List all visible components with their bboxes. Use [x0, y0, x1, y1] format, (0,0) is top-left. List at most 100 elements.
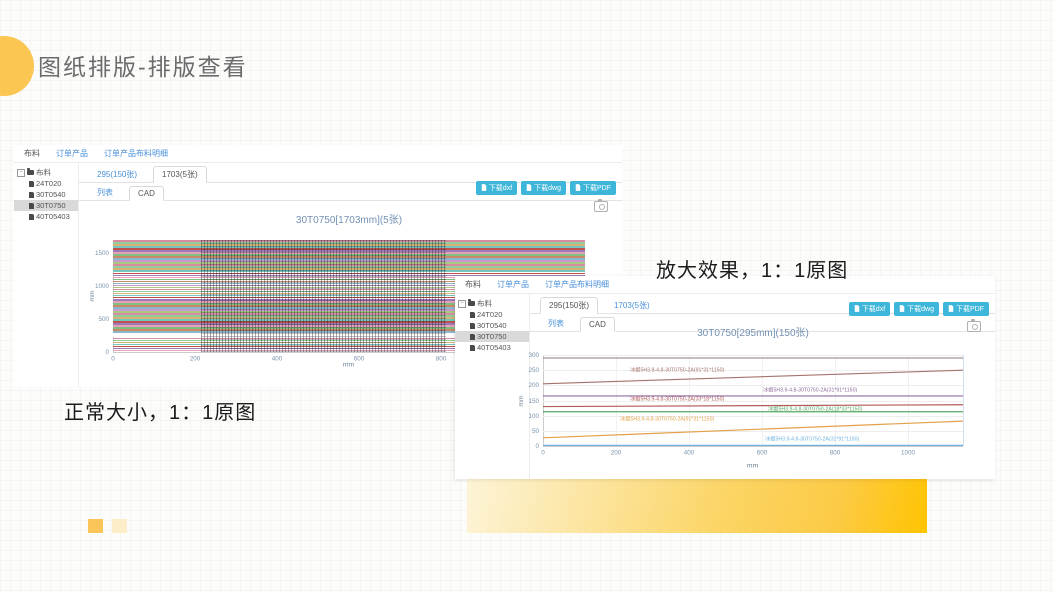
- export-file-icon: [575, 184, 581, 193]
- x-tick-200: 200: [611, 449, 622, 456]
- nav-tab-0[interactable]: 布料: [465, 279, 481, 290]
- x-tick-400: 400: [272, 355, 283, 362]
- caption-normal-size: 正常大小，1：1原图: [64, 396, 256, 425]
- tree-item-label: 30T0750: [36, 201, 66, 210]
- slide: 图纸排版-排版查看 布料订单产品订单产品布料明细 −布料24T02030T054…: [0, 0, 1054, 592]
- tree-item-label: 30T0540: [36, 190, 66, 199]
- view-tab-0[interactable]: 列表: [89, 185, 121, 200]
- y-tick-500: 500: [91, 316, 109, 323]
- plot-right-border: [963, 355, 964, 446]
- accent-square-2: [112, 519, 127, 533]
- tree-item-30T0750[interactable]: 30T0750: [14, 200, 78, 211]
- nav-tab-2[interactable]: 订单产品布料明细: [104, 148, 168, 159]
- save-as-image-icon[interactable]: [594, 201, 608, 212]
- file-icon: [29, 203, 34, 209]
- tree-item-label: 30T0750: [477, 332, 507, 341]
- overlapping-labels-region: [201, 240, 446, 352]
- x-axis-label: mm: [343, 360, 354, 368]
- tree-item-24T020[interactable]: 24T020: [455, 309, 529, 320]
- x-tick-200: 200: [190, 355, 201, 362]
- series-label-5: 冰姬5H3.9-4.8-30T0750-2A(31*91*1150): [765, 435, 859, 443]
- size-tab-0[interactable]: 295(150张): [540, 297, 598, 314]
- export-file-icon: [948, 305, 954, 314]
- export-button-2[interactable]: 下载PDF: [943, 302, 989, 316]
- accent-circle: [0, 36, 34, 96]
- nav-tab-1[interactable]: 订单产品: [56, 148, 88, 159]
- export-buttons: 下载dxf 下载dwg 下载PDF: [476, 181, 616, 195]
- tree-item-label: 40T05403: [477, 343, 511, 352]
- chart-title: 30T0750[1703mm](5张): [113, 211, 585, 226]
- export-button-0[interactable]: 下载dxf: [849, 302, 890, 316]
- x-tick-600: 600: [757, 449, 768, 456]
- chart-title: 30T0750[295mm](150张): [543, 324, 963, 339]
- tree-root[interactable]: − 布料: [14, 167, 78, 178]
- y-tick-1000: 1000: [91, 283, 109, 290]
- x-tick-400: 400: [684, 449, 695, 456]
- file-icon: [29, 192, 34, 198]
- series-label-1: 冰姬5H3.9-4.8-30T0750-2A(31*91*1150): [763, 386, 857, 394]
- app-window-zoomed: 布料 订单产品 订单产品布料明细 −布料24T02030T0540 30T0750 40…: [455, 276, 995, 479]
- export-file-icon: [854, 305, 860, 314]
- size-tab-1[interactable]: 1703(5张): [153, 166, 207, 183]
- series-lines: [543, 355, 963, 446]
- view-tab-1[interactable]: CAD: [129, 186, 164, 201]
- y-axis-label: mm: [88, 290, 96, 301]
- y-tick-0: 0: [91, 349, 109, 356]
- export-buttons: 下载dxf 下载dwg 下载PDF: [849, 302, 989, 316]
- tree-item-30T0540[interactable]: 30T0540: [455, 320, 529, 331]
- folder-icon: [27, 170, 34, 175]
- save-as-image-icon[interactable]: [967, 321, 981, 332]
- y-tick-1500: 1500: [91, 250, 109, 257]
- file-icon: [470, 312, 475, 318]
- accent-square-1: [88, 519, 103, 533]
- bottom-gradient-bar: [467, 479, 927, 533]
- nav-tabs: 布料 订单产品 订单产品布料明细: [14, 145, 622, 163]
- series-line: [543, 405, 963, 407]
- export-button-1[interactable]: 下载dwg: [894, 302, 939, 316]
- page-title: 图纸排版-排版查看: [38, 48, 248, 82]
- series-label-4: 冰姬5H3.9-4.8-30T0750-2A(91*31*1150): [620, 414, 714, 422]
- collapse-icon[interactable]: −: [17, 169, 25, 177]
- nav-tab-2[interactable]: 订单产品布料明细: [545, 279, 609, 290]
- fabric-tree: −布料24T02030T0540 30T0750 40T05403: [455, 293, 530, 479]
- export-file-icon: [526, 184, 532, 193]
- y-axis-label: mm: [517, 395, 525, 406]
- tree-root-label: 布料: [36, 167, 51, 178]
- export-file-icon: [899, 305, 905, 314]
- tree-item-40T05403[interactable]: 40T05403: [14, 211, 78, 222]
- series-label-2: 冰姬5H3.9-4.8-30T0750-2A(33*18*1150): [630, 394, 724, 402]
- size-tab-0[interactable]: 295(150张): [89, 167, 145, 182]
- tree-item-label: 40T05403: [36, 212, 70, 221]
- export-button-0[interactable]: 下载dxf: [476, 181, 517, 195]
- export-button-label: 下载dxf: [489, 183, 512, 193]
- collapse-icon[interactable]: −: [458, 300, 466, 308]
- x-axis-line: [543, 446, 963, 447]
- export-button-label: 下载PDF: [956, 304, 984, 314]
- x-axis-label: mm: [747, 461, 758, 469]
- x-tick-600: 600: [354, 355, 365, 362]
- tree-item-30T0750[interactable]: 30T0750: [455, 331, 529, 342]
- export-file-icon: [481, 184, 487, 193]
- file-icon: [470, 323, 475, 329]
- y-tick-50: 50: [521, 427, 539, 434]
- tree-root[interactable]: −布料: [455, 298, 529, 309]
- y-tick-300: 300: [521, 352, 539, 359]
- y-tick-100: 100: [521, 412, 539, 419]
- tree-item-30T0540[interactable]: 30T0540: [14, 189, 78, 200]
- tree-item-40T05403[interactable]: 40T05403: [455, 342, 529, 353]
- x-tick-0: 0: [541, 449, 545, 456]
- x-tick-0: 0: [111, 355, 115, 362]
- y-tick-250: 250: [521, 367, 539, 374]
- tree-item-24T020[interactable]: 24T020: [14, 178, 78, 189]
- export-button-1[interactable]: 下载dwg: [521, 181, 566, 195]
- nav-tab-1[interactable]: 订单产品: [497, 279, 529, 290]
- export-button-label: 下载dwg: [534, 183, 561, 193]
- y-tick-0: 0: [521, 443, 539, 450]
- tree-item-label: 30T0540: [477, 321, 507, 330]
- export-button-label: 下载dxf: [862, 304, 885, 314]
- series-line: [543, 421, 963, 438]
- nav-tab-0[interactable]: 布料: [24, 148, 40, 159]
- export-button-2[interactable]: 下载PDF: [570, 181, 616, 195]
- size-tab-1[interactable]: 1703(5张): [606, 298, 658, 313]
- series-label-0: 冰姬5H3.9-4.8-30T0750-2A(91*31*1150): [630, 365, 724, 373]
